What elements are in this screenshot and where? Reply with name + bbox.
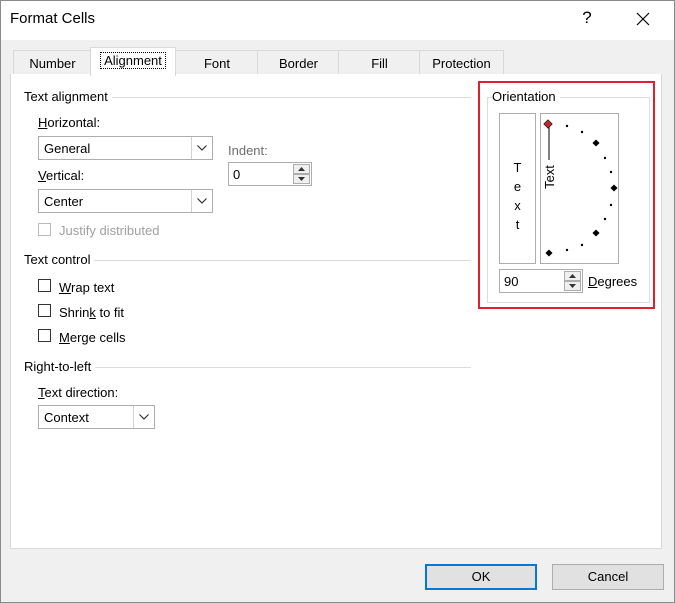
right-to-left-heading: Right-to-left [24, 359, 96, 374]
chevron-down-icon [197, 198, 207, 204]
vertical-select[interactable]: Center [38, 189, 213, 213]
vertical-select-value: Center [44, 194, 84, 209]
tab-border-label: Border [278, 56, 319, 71]
title-bar: Format Cells ? [0, 0, 675, 40]
text-direction-arrow[interactable] [133, 406, 154, 428]
merge-cells-key: M [59, 330, 70, 345]
triangle-up-icon [298, 167, 305, 171]
tab-alignment[interactable]: Alignment [90, 47, 176, 76]
text-direction-select[interactable]: Context [38, 405, 155, 429]
shrink-to-fit-rest: to fit [95, 305, 125, 320]
text-alignment-heading: Text alignment [24, 89, 112, 104]
indent-spinner[interactable]: 0 [228, 162, 312, 186]
window-title: Format Cells [10, 10, 96, 27]
tab-border[interactable]: Border [257, 50, 340, 75]
chevron-down-icon [139, 414, 149, 420]
tab-fill[interactable]: Fill [338, 50, 421, 75]
tab-protection-label: Protection [432, 56, 491, 71]
chevron-down-icon [197, 145, 207, 151]
text-direction-rest: ext direction: [44, 385, 119, 400]
vertical-select-arrow[interactable] [191, 190, 212, 212]
tab-font-label: Font [203, 56, 230, 71]
tab-alignment-label: Alignment [100, 52, 166, 69]
tab-font[interactable]: Font [175, 50, 259, 75]
cancel-button[interactable]: Cancel [552, 564, 664, 590]
vertical-label: Vertical: [38, 168, 84, 183]
tab-number-label: Number [29, 56, 76, 71]
horizontal-select-value: General [44, 141, 91, 156]
merge-cells-label: Merge cells [59, 330, 125, 345]
indent-label: Indent: [228, 143, 268, 158]
horizontal-select-arrow[interactable] [191, 137, 212, 159]
wrap-text-rest: rap text [71, 280, 115, 295]
indent-value: 0 [233, 167, 241, 182]
tab-number[interactable]: Number [13, 50, 92, 75]
ok-button[interactable]: OK [425, 564, 537, 590]
help-button[interactable]: ? [576, 8, 598, 28]
justify-distributed-checkbox[interactable] [38, 223, 51, 236]
horizontal-select[interactable]: General [38, 136, 213, 160]
text-control-heading: Text control [24, 252, 95, 267]
shrink-to-fit-pre: Shrin [59, 305, 90, 320]
orientation-highlight-box [478, 81, 655, 309]
wrap-text-key: W [59, 280, 72, 295]
shrink-to-fit-checkbox[interactable] [38, 304, 51, 317]
vertical-label-rest: ertical: [45, 168, 85, 183]
wrap-text-label: Wrap text [59, 280, 114, 295]
tab-protection[interactable]: Protection [419, 50, 504, 75]
merge-cells-checkbox[interactable] [38, 329, 51, 342]
close-icon [636, 12, 650, 26]
merge-cells-rest: erge cells [69, 330, 126, 345]
indent-up-button[interactable] [293, 164, 310, 174]
triangle-down-icon [298, 177, 305, 181]
indent-down-button[interactable] [293, 174, 310, 184]
justify-distributed-label: Justify distributed [59, 223, 160, 238]
tab-fill-label: Fill [371, 56, 388, 71]
horizontal-label-rest: orizontal: [47, 115, 101, 130]
shrink-to-fit-label: Shrink to fit [59, 305, 124, 320]
wrap-text-checkbox[interactable] [38, 279, 51, 292]
horizontal-label-key: H [38, 115, 48, 130]
text-direction-label: Text direction: [38, 385, 118, 400]
vertical-label-key: V [38, 168, 46, 183]
text-direction-value: Context [44, 410, 89, 425]
horizontal-label: Horizontal: [38, 115, 100, 130]
